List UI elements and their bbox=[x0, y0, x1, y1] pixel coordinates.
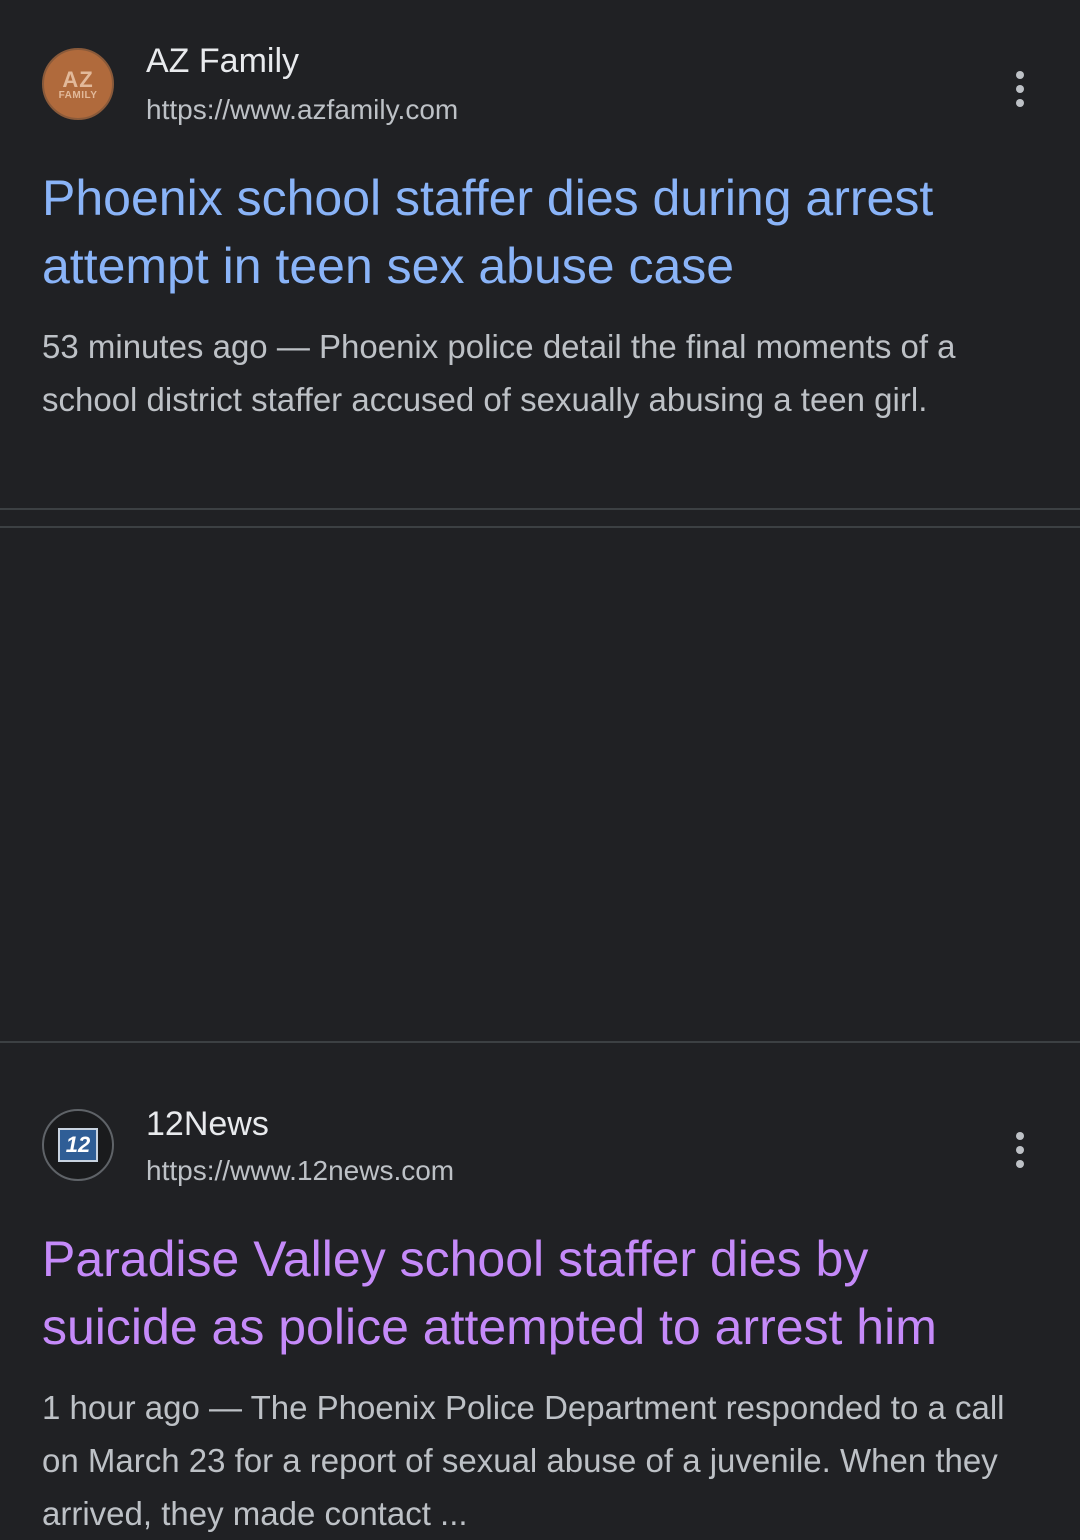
more-options-button[interactable] bbox=[1000, 64, 1040, 114]
azfamily-logo-sub: FAMILY bbox=[58, 90, 98, 101]
more-vert-icon-dot bbox=[1016, 99, 1024, 107]
more-vert-icon-dot bbox=[1016, 71, 1024, 79]
more-vert-icon-dot bbox=[1016, 1146, 1024, 1154]
more-vert-icon-dot bbox=[1016, 1160, 1024, 1168]
result-snippet: 53 minutes ago — Phoenix police detail t… bbox=[42, 320, 1037, 426]
snippet-separator: — bbox=[267, 328, 319, 365]
search-result: AZ FAMILY AZ Family https://www.azfamily… bbox=[0, 0, 1080, 508]
result-divider bbox=[0, 508, 1080, 528]
more-vert-icon-dot bbox=[1016, 85, 1024, 93]
search-result: 12 12News https://www.12news.com Paradis… bbox=[0, 528, 1080, 1532]
azfamily-logo: AZ FAMILY bbox=[44, 50, 112, 118]
azfamily-favicon-icon[interactable]: AZ FAMILY bbox=[42, 48, 114, 120]
site-url[interactable]: https://www.azfamily.com bbox=[146, 94, 458, 126]
12news-logo: 12 bbox=[58, 1128, 98, 1162]
more-options-button[interactable] bbox=[1000, 1125, 1040, 1175]
snippet-time: 1 hour ago bbox=[42, 1389, 200, 1426]
result-divider bbox=[0, 1041, 1080, 1043]
result-title-link[interactable]: Paradise Valley school staffer dies by s… bbox=[42, 1225, 1032, 1361]
snippet-time: 53 minutes ago bbox=[42, 328, 268, 365]
result-title-link[interactable]: Phoenix school staffer dies during arres… bbox=[42, 164, 1032, 300]
12news-favicon-icon[interactable]: 12 bbox=[42, 1109, 114, 1181]
snippet-separator: — bbox=[199, 1389, 251, 1426]
site-url[interactable]: https://www.12news.com bbox=[146, 1155, 454, 1187]
site-name[interactable]: AZ Family bbox=[146, 42, 299, 81]
more-vert-icon-dot bbox=[1016, 1132, 1024, 1140]
azfamily-logo-main: AZ bbox=[62, 67, 94, 92]
result-snippet: 1 hour ago — The Phoenix Police Departme… bbox=[42, 1381, 1037, 1540]
site-name[interactable]: 12News bbox=[146, 1105, 269, 1144]
